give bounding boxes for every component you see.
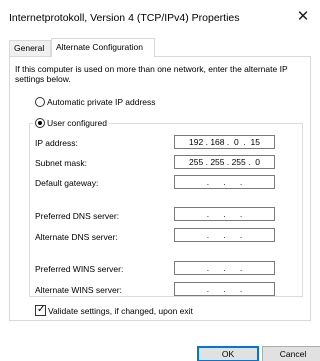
alternate-dns-input[interactable]: . . .: [174, 228, 275, 242]
tab-alternate-configuration[interactable]: Alternate Configuration: [51, 38, 155, 57]
user-configured-label: User configured: [47, 118, 108, 128]
tab-general[interactable]: General: [9, 40, 51, 56]
preferred-dns-input[interactable]: . . .: [174, 207, 275, 221]
ip-address-input[interactable]: 192 . 168 . 0 . 15: [174, 135, 275, 149]
subnet-mask-input[interactable]: 255 . 255 . 255 . 0: [174, 155, 275, 169]
preferred-wins-input[interactable]: . . .: [174, 261, 275, 275]
subnet-mask-label: Subnet mask:: [35, 158, 87, 168]
title-bar: Internetprotokoll, Version 4 (TCP/IPv4) …: [0, 0, 320, 34]
validate-checkbox[interactable]: ✓: [35, 304, 46, 316]
ok-button[interactable]: OK: [197, 346, 259, 361]
preferred-dns-label: Preferred DNS server:: [35, 211, 120, 221]
close-icon[interactable]: ✕: [292, 6, 314, 28]
description-text: If this computer is used on more than on…: [15, 64, 288, 84]
user-configured-option[interactable]: User configured: [33, 118, 110, 128]
validate-settings-option[interactable]: ✓ Validate settings, if changed, upon exi…: [35, 304, 193, 316]
automatic-label: Automatic private IP address: [47, 97, 156, 107]
checkmark-icon: ✓: [37, 304, 46, 315]
window-title: Internetprotokoll, Version 4 (TCP/IPv4) …: [9, 12, 240, 24]
validate-label: Validate settings, if changed, upon exit: [48, 306, 193, 316]
radio-user-configured[interactable]: [35, 118, 45, 128]
radio-automatic[interactable]: [35, 97, 45, 107]
alternate-dns-label: Alternate DNS server:: [35, 232, 118, 242]
default-gateway-label: Default gateway:: [35, 178, 99, 188]
default-gateway-input[interactable]: . . .: [174, 175, 275, 189]
tab-strip: General Alternate Configuration: [9, 38, 309, 57]
automatic-private-ip-option[interactable]: Automatic private IP address: [35, 97, 156, 109]
cancel-button[interactable]: Cancel: [262, 346, 320, 361]
preferred-wins-label: Preferred WINS server:: [35, 264, 124, 274]
alternate-wins-label: Alternate WINS server:: [35, 285, 122, 295]
ip-address-label: IP address:: [35, 138, 78, 148]
alternate-wins-input[interactable]: . . .: [174, 282, 275, 296]
